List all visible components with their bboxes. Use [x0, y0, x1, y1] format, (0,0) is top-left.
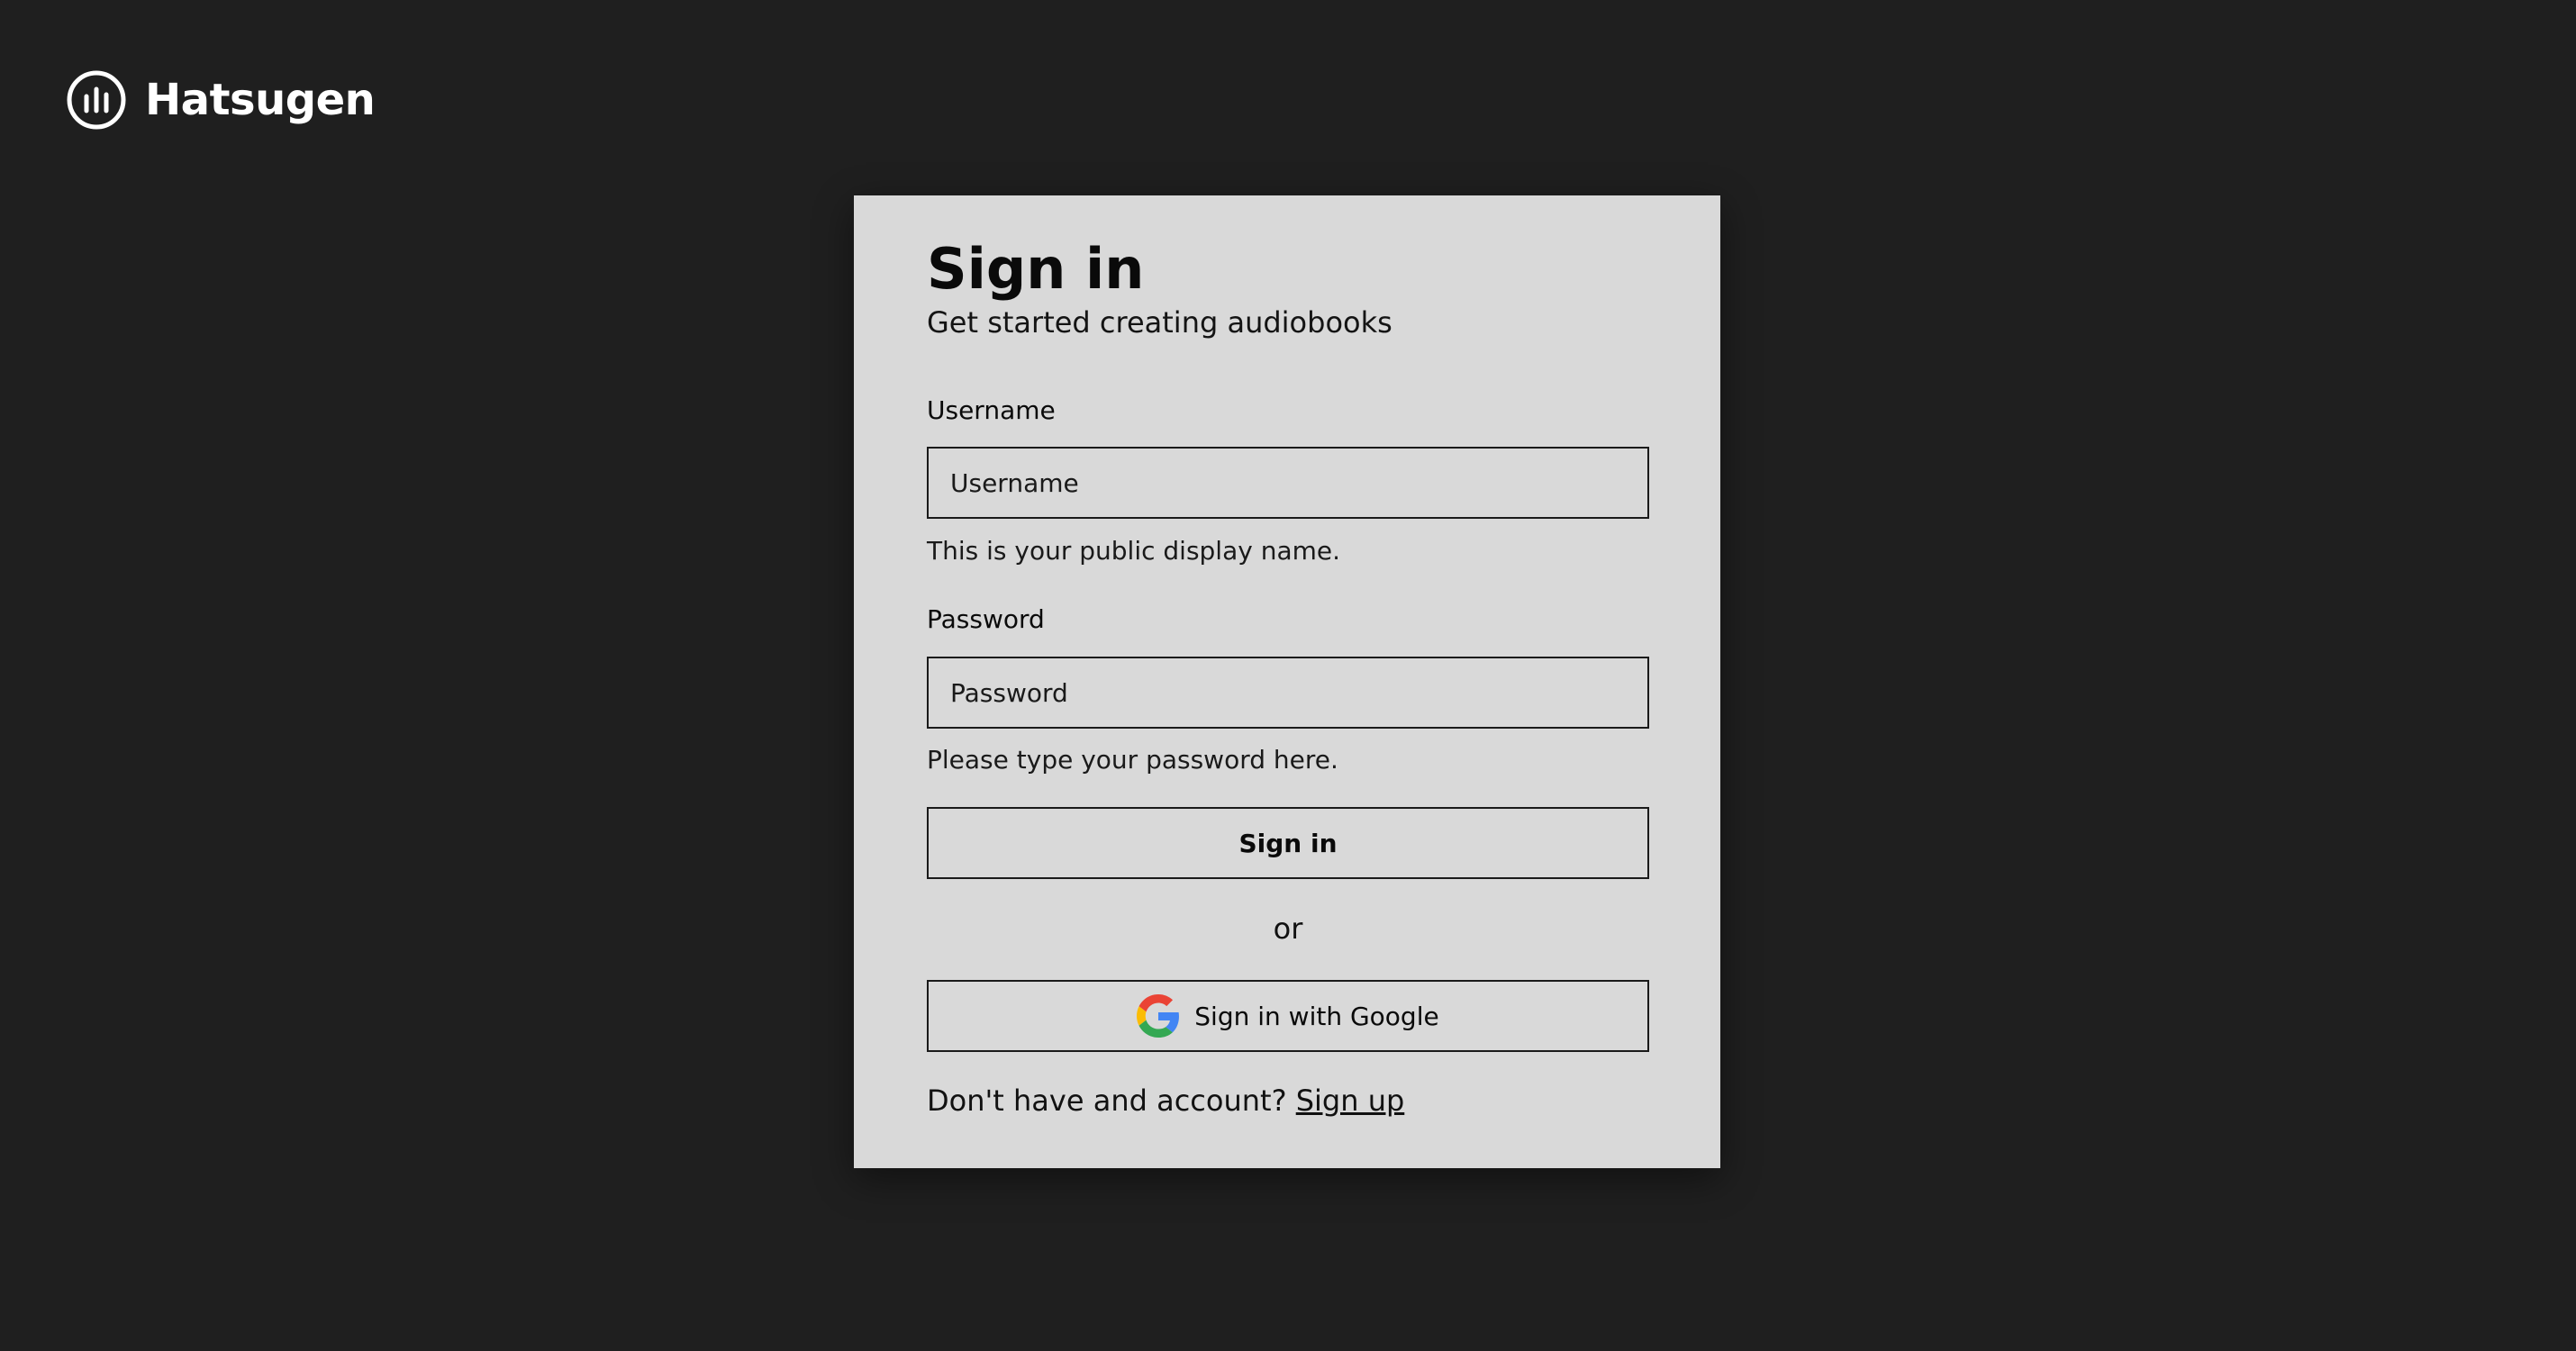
username-label: Username — [927, 395, 1056, 425]
or-divider: or — [1273, 911, 1303, 946]
signup-link[interactable]: Sign up — [1296, 1084, 1405, 1118]
password-input[interactable] — [927, 657, 1649, 729]
username-help-text: This is your public display name. — [927, 536, 1341, 566]
brand-logo[interactable]: Hatsugen — [66, 68, 376, 131]
password-label: Password — [927, 604, 1045, 634]
brand-name: Hatsugen — [145, 75, 376, 125]
google-icon — [1137, 994, 1180, 1038]
username-input[interactable] — [927, 447, 1649, 519]
signin-button[interactable]: Sign in — [927, 807, 1649, 879]
page-title: Sign in — [927, 236, 1145, 302]
bar-chart-circle-icon — [67, 70, 126, 130]
signin-card: Sign in Get started creating audiobooks … — [854, 195, 1720, 1168]
google-signin-label: Sign in with Google — [1194, 1001, 1439, 1031]
password-help-text: Please type your password here. — [927, 745, 1338, 775]
signup-prompt-text: Don't have and account? — [927, 1084, 1287, 1118]
google-signin-button[interactable]: Sign in with Google — [927, 980, 1649, 1052]
page-subtitle: Get started creating audiobooks — [927, 305, 1392, 340]
signup-prompt: Don't have and account? Sign up — [927, 1084, 1404, 1118]
